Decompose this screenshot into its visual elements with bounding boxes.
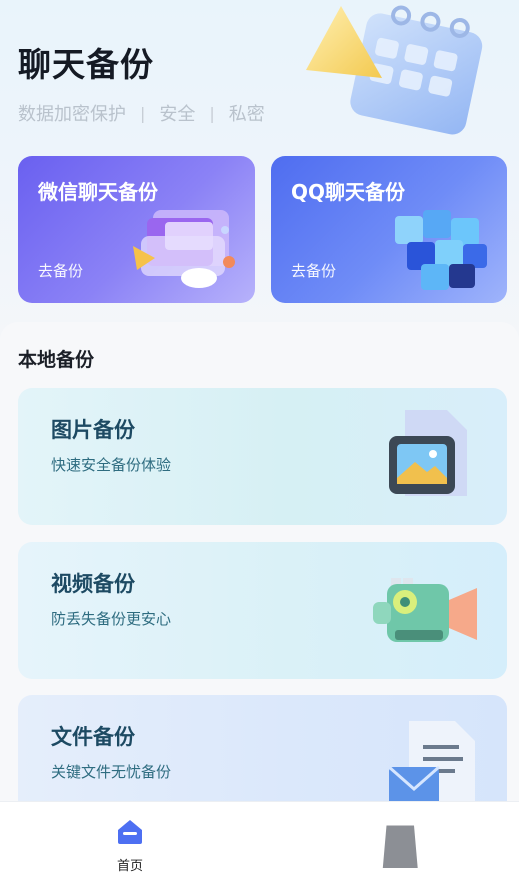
subtitle-encryption: 数据加密保护 — [18, 104, 126, 125]
video-camera-icon — [373, 578, 477, 642]
section-title: 本地备份 — [18, 349, 95, 371]
subtitle-row: 数据加密保护 | 安全 | 私密 — [18, 100, 265, 126]
image-backup-item[interactable]: 图片备份 快速安全备份体验 — [18, 388, 507, 525]
video-backup-item[interactable]: 视频备份 防丢失备份更安心 — [18, 542, 507, 679]
item-desc: 关键文件无忧备份 — [51, 763, 172, 781]
folder-icon — [133, 210, 235, 288]
home-icon — [118, 820, 142, 844]
bottom-tab-bar: 首页 — [0, 801, 519, 880]
tab-label: 首页 — [116, 859, 143, 874]
tab-home[interactable]: 首页 — [70, 802, 190, 880]
document-icon — [388, 721, 475, 813]
wechat-backup-card[interactable]: 微信聊天备份 去备份 — [18, 156, 255, 303]
item-desc: 防丢失备份更安心 — [51, 610, 172, 628]
qq-backup-card[interactable]: QQ聊天备份 去备份 — [271, 156, 507, 303]
item-title: 文件备份 — [51, 725, 135, 749]
item-desc: 快速安全备份体验 — [51, 456, 172, 474]
subtitle-separator: | — [209, 103, 215, 123]
item-title: 图片备份 — [51, 418, 135, 442]
image-file-icon — [389, 410, 467, 496]
page-title: 聊天备份 — [18, 45, 154, 84]
item-title: 视频备份 — [51, 572, 135, 596]
subtitle-separator: | — [140, 103, 146, 123]
calendar-illustration — [306, 5, 483, 135]
subtitle-safe: 安全 — [159, 104, 196, 125]
profile-icon — [382, 825, 418, 868]
cube-icon — [395, 210, 487, 290]
go-backup-link[interactable]: 去备份 — [38, 260, 83, 281]
tab-profile[interactable] — [339, 802, 459, 880]
go-backup-link[interactable]: 去备份 — [291, 260, 336, 281]
subtitle-private: 私密 — [228, 104, 265, 125]
